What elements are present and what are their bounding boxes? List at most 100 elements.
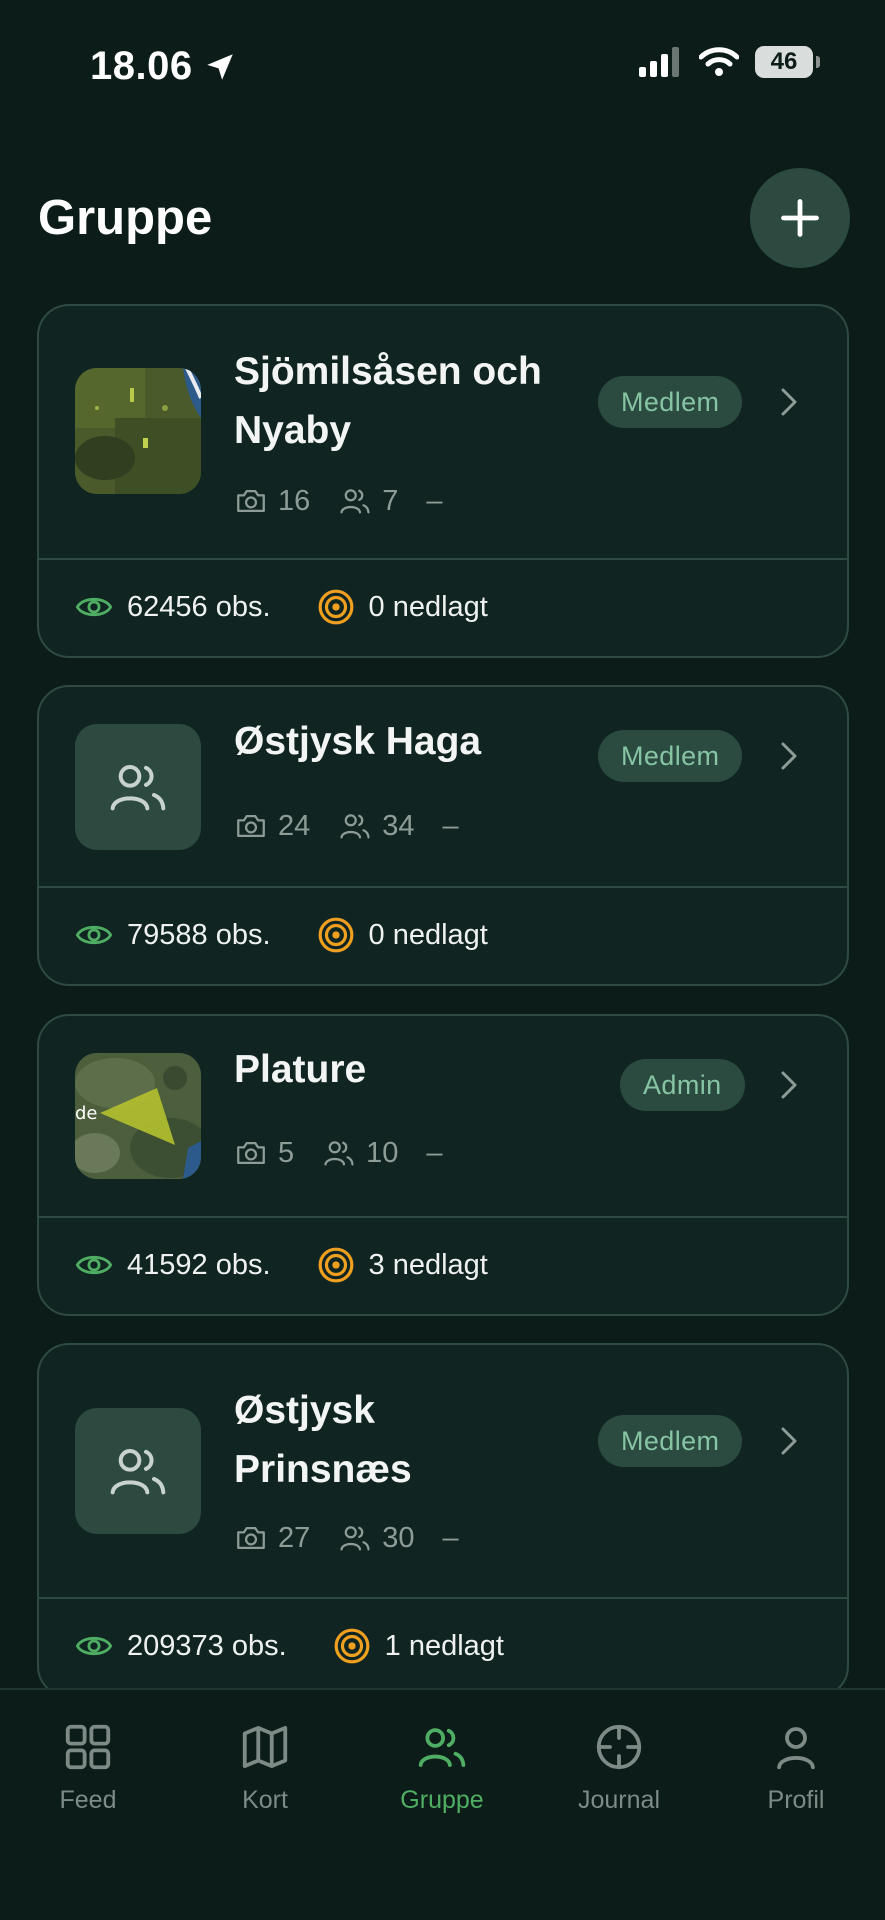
group-thumbnail-satellite: de [75,1053,201,1179]
group-name-line: Østjysk [234,1389,375,1432]
photo-count-value: 27 [278,1521,311,1554]
harvest-count: 0 nedlagt [317,588,488,626]
tab-label: Gruppe [400,1786,484,1814]
target-icon [334,1628,370,1664]
group-thumbnail-placeholder [75,1408,201,1534]
tab-label: Journal [578,1786,660,1814]
eye-icon [75,925,113,945]
role-badge: Admin [620,1059,745,1111]
location-arrow-icon [206,53,233,80]
group-stats: 24 34 – [234,809,487,843]
camera-icon [237,489,265,513]
observation-count-value: 209373 obs. [127,1629,287,1662]
tab-profil[interactable]: Profil [726,1720,866,1815]
photo-count: 24 [234,809,310,843]
group-name: Sjömilsåsen och Nyaby [234,342,542,460]
people-icon [110,765,166,811]
group-card[interactable]: Østjysk Prinsnæs Medlem 27 30 – 209373 o… [37,1343,849,1698]
member-count-value: 7 [382,484,399,517]
harvest-count: 0 nedlagt [317,916,488,954]
status-icons: 46 [639,46,820,78]
photo-count-value: 16 [278,484,311,517]
member-count: 30 [338,1521,415,1555]
extra-stat: – [442,1521,459,1554]
crosshair-icon [596,1724,642,1770]
add-group-button[interactable] [750,168,850,268]
member-count: 10 [322,1136,398,1170]
card-footer: 62456 obs. 0 nedlagt [75,588,534,626]
observation-count-value: 41592 obs. [127,1248,271,1281]
chevron-right-icon [781,1427,797,1455]
group-card[interactable]: Østjysk Haga Medlem 24 34 – 79588 obs. 0… [37,685,849,986]
group-name-line: Sjömilsåsen och [234,350,542,393]
battery-level: 46 [770,48,798,75]
harvest-count-value: 0 nedlagt [368,918,488,951]
eye-icon [75,1636,113,1656]
observation-count: 209373 obs. [75,1627,287,1665]
observation-count: 41592 obs. [75,1246,271,1284]
group-thumbnail-placeholder [75,724,201,850]
group-name: Østjysk Haga [234,720,482,763]
harvest-count: 1 nedlagt [333,1627,504,1665]
extra-stat: – [426,1136,443,1169]
group-name: Østjysk Prinsnæs [234,1381,412,1499]
group-card[interactable]: de Plature Admin 5 10 – 41592 obs. 3 ned… [37,1014,849,1316]
people-icon [340,814,370,839]
people-icon [418,1728,466,1767]
role-badge: Medlem [598,730,743,782]
clock-time: 18.06 [90,44,193,88]
target-icon [318,589,353,625]
harvest-count-value: 0 nedlagt [368,590,488,623]
extra-stat: – [442,809,459,842]
tab-label: Feed [59,1786,117,1814]
status-bar: 18.06 46 [0,0,885,110]
group-card[interactable]: Sjömilsåsen och Nyaby Medlem 16 7 – 6245… [37,304,849,658]
member-count-value: 34 [382,809,415,842]
photo-count: 5 [234,1136,294,1170]
group-name-line: Prinsnæs [234,1448,412,1491]
photo-count-value: 5 [278,1136,295,1169]
card-divider [39,886,847,888]
harvest-count-value: 3 nedlagt [368,1248,488,1281]
role-badge: Medlem [598,376,743,428]
harvest-count: 3 nedlagt [317,1246,488,1284]
observation-count-value: 62456 obs. [127,590,271,623]
map-label: de [75,1103,98,1124]
grid-icon [65,1724,111,1770]
page-title: Gruppe [38,191,213,245]
group-stats: 16 7 – [234,484,471,518]
observation-count: 79588 obs. [75,916,271,954]
tab-kort[interactable]: Kort [195,1720,335,1815]
card-divider [39,1216,847,1218]
camera-icon [237,1526,265,1550]
chevron-right-icon [781,742,797,770]
member-count: 7 [338,484,398,518]
map-icon [242,1725,288,1769]
member-count-value: 10 [366,1136,399,1169]
card-footer: 79588 obs. 0 nedlagt [75,916,534,954]
tab-label: Profil [767,1786,825,1814]
people-icon [324,1141,354,1166]
group-thumbnail-satellite [75,368,201,494]
people-icon [340,1526,370,1551]
screen: 18.06 46 Gruppe Sjömilsåsen och Nyaby Me… [0,0,885,1920]
member-count: 34 [338,809,415,843]
photo-count: 16 [234,484,310,518]
tab-gruppe[interactable]: Gruppe [372,1720,512,1815]
people-icon [110,1449,166,1495]
role-badge: Medlem [598,1415,743,1467]
tab-feed[interactable]: Feed [18,1720,158,1815]
extra-stat: – [426,484,443,517]
tab-label: Kort [242,1786,288,1814]
photo-count-value: 24 [278,809,311,842]
camera-icon [237,1141,265,1165]
group-stats: 5 10 – [234,1136,471,1170]
group-name-line: Nyaby [234,409,352,452]
tab-journal[interactable]: Journal [549,1720,689,1815]
eye-icon [75,597,113,617]
people-icon [340,489,370,514]
observation-count-value: 79588 obs. [127,918,271,951]
wifi-icon [699,47,739,76]
chevron-right-icon [781,1071,797,1099]
target-icon [318,1247,353,1283]
